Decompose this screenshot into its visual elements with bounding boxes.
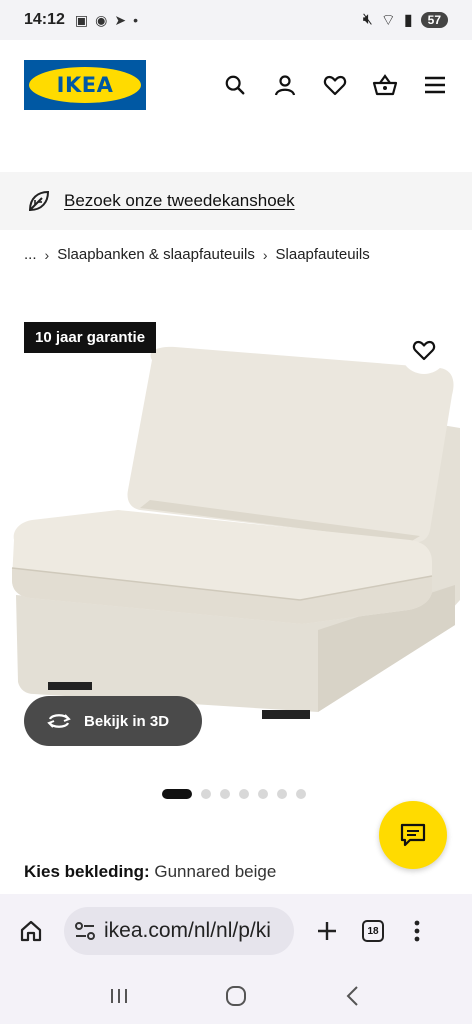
new-tab-icon[interactable]	[312, 916, 342, 946]
breadcrumb: ... › Slaapbanken & slaapfauteuils › Sla…	[24, 246, 370, 263]
second-chance-banner: Bezoek onze tweedekanshoek	[0, 172, 472, 230]
carousel-dot[interactable]	[296, 789, 306, 799]
heart-icon	[412, 340, 436, 361]
view-in-3d-label: Bekijk in 3D	[84, 712, 170, 730]
upholstery-value: Gunnared beige	[154, 862, 277, 881]
account-icon[interactable]	[272, 72, 298, 98]
site-header: IKEA	[0, 40, 472, 130]
carousel-dot[interactable]	[220, 789, 230, 799]
telegram-icon: ➤	[114, 11, 127, 28]
tab-count: 18	[362, 920, 384, 942]
status-time: 14:12	[24, 11, 65, 28]
chat-icon	[400, 823, 426, 847]
basket-icon[interactable]	[372, 72, 398, 98]
breadcrumb-item-slaapbanken[interactable]: Slaapbanken & slaapfauteuils	[57, 246, 255, 263]
upholstery-label: Kies bekleding:	[24, 862, 150, 881]
browser-toolbar: ikea.com/nl/nl/p/ki 18	[0, 894, 472, 968]
leaf-icon	[28, 190, 50, 212]
second-chance-link[interactable]: Bezoek onze tweedekanshoek	[64, 191, 295, 211]
signal-icon: ▮	[403, 12, 413, 29]
screenshot-icon: ▣	[74, 11, 89, 28]
chat-button[interactable]	[379, 801, 447, 869]
chrome-icon: ◉	[95, 11, 108, 28]
carousel-dot[interactable]	[258, 789, 268, 799]
search-icon[interactable]	[222, 72, 248, 98]
mute-icon: 🔇︎	[362, 11, 373, 28]
product-image-gallery[interactable]: 10 jaar garantie Bekijk in 3D	[0, 300, 472, 760]
status-bar: 14:12 ▣ ◉ ➤ • 🔇︎ ⌔ ▮ 57	[0, 0, 472, 40]
tab-switcher-button[interactable]: 18	[358, 916, 388, 946]
image-carousel-indicator	[162, 789, 306, 799]
home-button-icon[interactable]	[221, 981, 251, 1011]
rotate-3d-icon	[47, 714, 71, 728]
wifi-icon: ⌔	[380, 12, 396, 29]
carousel-dot[interactable]	[277, 789, 287, 799]
breadcrumb-ellipsis[interactable]: ...	[24, 246, 37, 263]
carousel-dot[interactable]	[239, 789, 249, 799]
warranty-badge: 10 jaar garantie	[24, 322, 157, 353]
system-navigation-bar	[0, 968, 472, 1024]
chevron-right-icon: ›	[262, 246, 268, 263]
chevron-right-icon: ›	[44, 246, 50, 263]
product-image	[11, 346, 460, 719]
back-icon[interactable]	[338, 981, 368, 1011]
battery-indicator: 57	[420, 12, 448, 28]
heart-icon[interactable]	[322, 72, 348, 98]
menu-icon[interactable]	[422, 72, 448, 98]
logo-text: IKEA	[56, 73, 114, 97]
address-bar[interactable]: ikea.com/nl/nl/p/ki	[64, 907, 294, 955]
view-in-3d-button[interactable]: Bekijk in 3D	[24, 696, 202, 746]
carousel-dot[interactable]	[201, 789, 211, 799]
ikea-logo[interactable]: IKEA	[24, 60, 146, 110]
url-text: ikea.com/nl/nl/p/ki	[104, 919, 271, 942]
site-settings-icon[interactable]	[74, 921, 96, 941]
breadcrumb-item-slaapfauteuils[interactable]: Slaapfauteuils	[276, 246, 370, 263]
carousel-dot[interactable]	[162, 789, 192, 799]
recent-apps-icon[interactable]	[104, 981, 134, 1011]
overflow-menu-icon[interactable]	[402, 916, 432, 946]
add-to-favourites-button[interactable]	[400, 326, 448, 374]
upholstery-selector[interactable]: Kies bekleding: Gunnared beige	[24, 862, 276, 882]
notification-dot-icon: •	[133, 12, 139, 28]
home-icon[interactable]	[16, 916, 46, 946]
